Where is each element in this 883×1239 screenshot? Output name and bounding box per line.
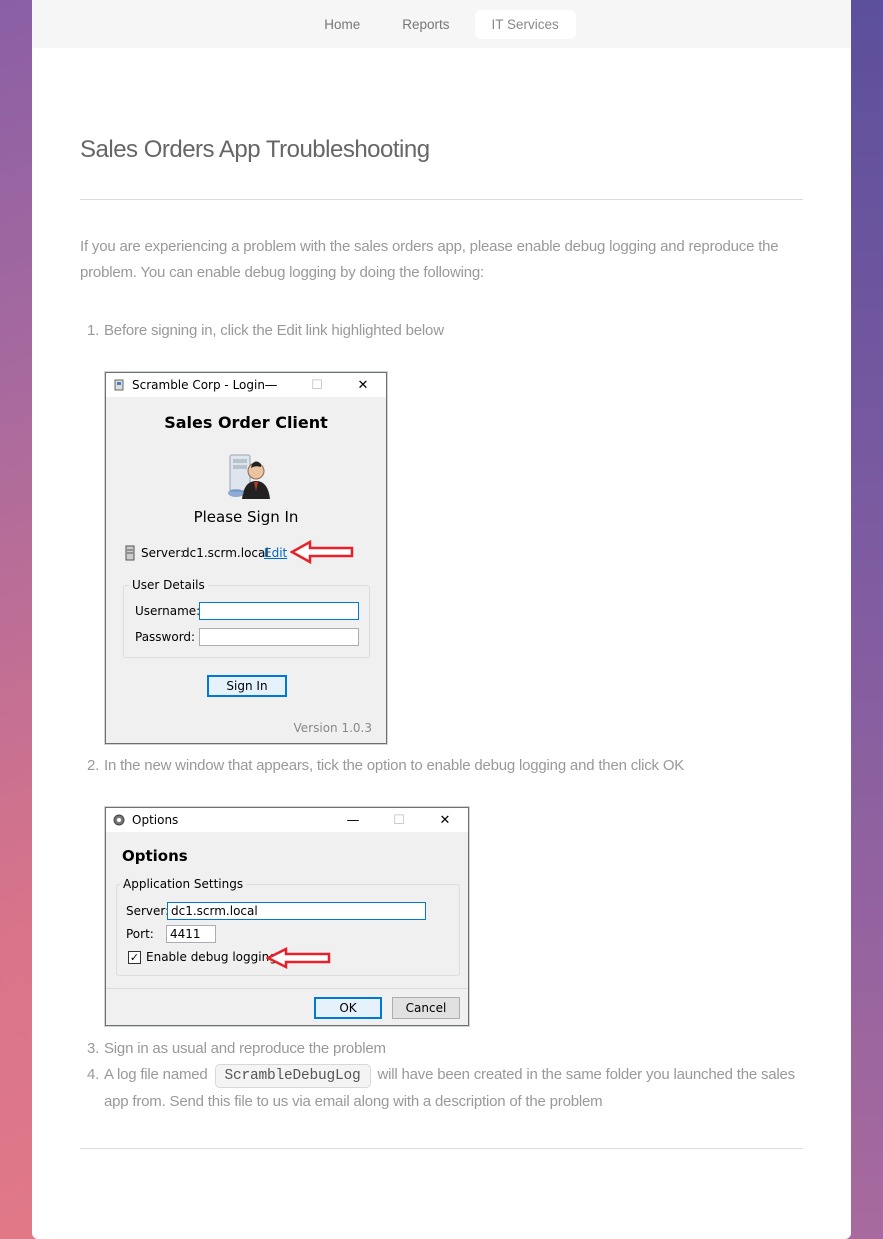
title-divider — [80, 199, 803, 200]
step-number: 1. — [87, 322, 100, 339]
password-label: Password: — [135, 630, 196, 644]
options-titlebar: Options — ☐ ✕ — [106, 808, 468, 832]
cancel-button[interactable]: Cancel — [392, 997, 460, 1019]
page-card: Home Reports IT Services Sales Orders Ap… — [32, 0, 851, 1239]
version-label: Version 1.0.3 — [293, 721, 372, 735]
maximize-icon: ☐ — [393, 812, 405, 828]
username-field[interactable] — [199, 602, 359, 620]
step-4: 4. A log file named ScrambleDebugLog wil… — [87, 1062, 803, 1115]
step-text: Before signing in, click the Edit link h… — [104, 322, 444, 339]
top-navigation: Home Reports IT Services — [32, 0, 851, 48]
debug-logging-label[interactable]: Enable debug logging — [146, 950, 277, 964]
port-label: Port: — [126, 927, 154, 941]
port-field[interactable]: 4411 — [166, 925, 216, 943]
page-title: Sales Orders App Troubleshooting — [80, 136, 430, 163]
nav-home[interactable]: Home — [307, 10, 377, 39]
login-window-title: Scramble Corp - Login — [132, 378, 265, 392]
user-avatar-icon — [224, 453, 272, 499]
username-label: Username: — [135, 604, 201, 618]
minimize-icon[interactable]: — — [330, 808, 376, 832]
debug-logging-checkbox[interactable]: ✓ — [128, 951, 141, 964]
step-number: 4. — [87, 1066, 100, 1083]
close-icon[interactable]: ✕ — [422, 808, 468, 832]
red-arrow-icon — [289, 539, 354, 568]
footer-divider — [80, 1148, 803, 1149]
sign-in-button[interactable]: Sign In — [207, 675, 287, 697]
minimize-icon[interactable]: — — [248, 373, 294, 397]
step-text: In the new window that appears, tick the… — [104, 757, 685, 774]
edit-server-link[interactable]: Edit — [264, 546, 287, 560]
gear-icon — [112, 813, 126, 827]
red-arrow-icon — [265, 946, 332, 973]
login-heading: Sales Order Client — [164, 413, 328, 432]
user-details-group — [123, 585, 370, 658]
step-text: Sign in as usual and reproduce the probl… — [104, 1040, 386, 1057]
server-label: Server: — [141, 546, 185, 560]
step-text-before: A log file named — [104, 1066, 208, 1083]
user-details-title: User Details — [129, 578, 208, 592]
step-number: 2. — [87, 757, 100, 774]
application-settings-title: Application Settings — [120, 877, 247, 891]
step-text-after: will have been created in the same folde… — [104, 1066, 795, 1110]
nav-reports[interactable]: Reports — [385, 10, 466, 39]
server-device-icon — [125, 545, 135, 565]
nav-it-services[interactable]: IT Services — [474, 9, 576, 39]
options-server-label: Server: — [126, 904, 170, 918]
maximize-icon: ☐ — [311, 377, 323, 393]
step-3: 3. Sign in as usual and reproduce the pr… — [87, 1036, 803, 1062]
log-filename-code: ScrambleDebugLog — [214, 1064, 371, 1088]
close-icon[interactable]: ✕ — [340, 373, 386, 397]
login-dialog-screenshot: Scramble Corp - Login — ☐ ✕ Sales Order … — [105, 372, 387, 744]
password-field[interactable] — [199, 628, 359, 646]
login-subheading: Please Sign In — [193, 508, 299, 526]
ok-button[interactable]: OK — [314, 997, 382, 1019]
server-value: dc1.scrm.local — [182, 546, 269, 560]
login-titlebar: Scramble Corp - Login — ☐ ✕ — [106, 373, 386, 397]
options-footer-divider — [106, 988, 468, 989]
intro-paragraph: If you are experiencing a problem with t… — [80, 238, 779, 281]
step-number: 3. — [87, 1040, 100, 1057]
options-window-title: Options — [132, 813, 179, 827]
options-server-field[interactable]: dc1.scrm.local — [167, 902, 426, 920]
options-heading: Options — [122, 847, 188, 865]
options-dialog-screenshot: Options — ☐ ✕ Options Application Settin… — [105, 807, 469, 1026]
app-icon — [112, 378, 126, 392]
